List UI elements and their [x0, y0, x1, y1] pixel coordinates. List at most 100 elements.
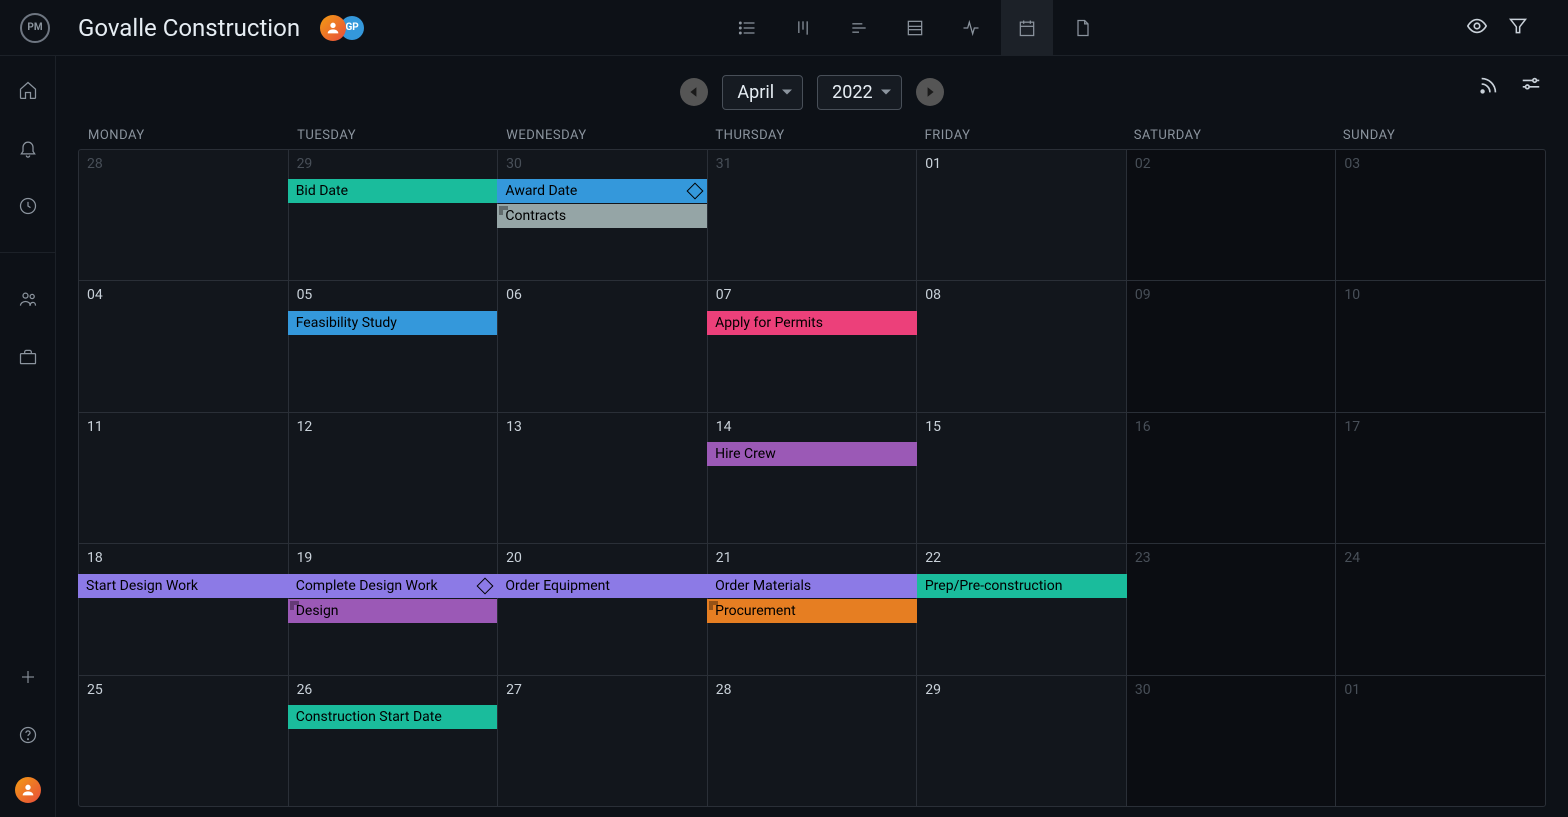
day-number: 22	[925, 550, 1118, 566]
day-number: 08	[925, 287, 1118, 303]
day-cell[interactable]: 23	[1127, 544, 1336, 674]
day-cell[interactable]: 08	[917, 281, 1126, 411]
day-cell[interactable]: 16	[1127, 413, 1336, 543]
visibility-icon[interactable]	[1466, 15, 1488, 41]
day-number: 07	[716, 287, 909, 303]
view-board-icon[interactable]	[777, 0, 829, 56]
day-number: 05	[297, 287, 490, 303]
help-icon[interactable]	[12, 719, 44, 751]
day-number: 13	[506, 419, 699, 435]
day-cell[interactable]: 15	[917, 413, 1126, 543]
day-header: SATURDAY	[1126, 128, 1335, 143]
app-logo[interactable]: PM	[20, 13, 50, 43]
day-number: 17	[1344, 419, 1537, 435]
day-cell[interactable]: 22	[917, 544, 1126, 674]
view-activity-icon[interactable]	[945, 0, 997, 56]
year-dropdown[interactable]: 2022	[817, 75, 901, 110]
day-number: 20	[506, 550, 699, 566]
bell-icon[interactable]	[12, 132, 44, 164]
event-bar[interactable]: Procurement	[707, 599, 917, 623]
day-cell[interactable]: 30	[1127, 676, 1336, 806]
day-cell[interactable]: 20	[498, 544, 707, 674]
event-bar[interactable]: Complete Design Work	[288, 574, 498, 598]
clock-icon[interactable]	[12, 190, 44, 222]
day-cell[interactable]: 02	[1127, 150, 1336, 280]
day-number: 30	[1135, 682, 1328, 698]
day-number: 27	[506, 682, 699, 698]
sliders-icon[interactable]	[1520, 74, 1542, 96]
day-number: 24	[1344, 550, 1537, 566]
view-gantt-icon[interactable]	[833, 0, 885, 56]
day-number: 16	[1135, 419, 1328, 435]
day-cell[interactable]: 10	[1336, 281, 1545, 411]
event-bar[interactable]: Construction Start Date	[288, 705, 498, 729]
day-cell[interactable]: 25	[79, 676, 288, 806]
day-cell[interactable]: 13	[498, 413, 707, 543]
event-bar[interactable]: Order Materials	[707, 574, 917, 598]
day-number: 04	[87, 287, 280, 303]
day-cell[interactable]: 05	[289, 281, 498, 411]
day-number: 28	[87, 156, 280, 172]
day-cell[interactable]: 01	[917, 150, 1126, 280]
day-cell[interactable]: 28	[708, 676, 917, 806]
current-user-avatar[interactable]	[15, 777, 41, 803]
day-cell[interactable]: 31	[708, 150, 917, 280]
day-cell[interactable]: 29	[289, 150, 498, 280]
event-bar[interactable]: Feasibility Study	[288, 311, 498, 335]
day-cell[interactable]: 24	[1336, 544, 1545, 674]
filter-icon[interactable]	[1508, 16, 1528, 40]
day-cell[interactable]: 18	[79, 544, 288, 674]
day-number: 03	[1344, 156, 1537, 172]
event-bar[interactable]: Design	[288, 599, 498, 623]
day-number: 01	[1344, 682, 1537, 698]
event-bar[interactable]: Start Design Work	[78, 574, 288, 598]
rss-icon[interactable]	[1478, 74, 1500, 96]
day-header: MONDAY	[80, 128, 289, 143]
avatar-group[interactable]: GP	[320, 15, 364, 41]
day-header: WEDNESDAY	[498, 128, 707, 143]
event-bar[interactable]: Apply for Permits	[707, 311, 917, 335]
day-number: 30	[506, 156, 699, 172]
day-cell[interactable]: 03	[1336, 150, 1545, 280]
day-cell[interactable]: 07	[708, 281, 917, 411]
event-bar[interactable]: Hire Crew	[707, 442, 917, 466]
day-cell[interactable]: 09	[1127, 281, 1336, 411]
day-number: 09	[1135, 287, 1328, 303]
day-cell[interactable]: 28	[79, 150, 288, 280]
day-header: THURSDAY	[707, 128, 916, 143]
day-cell[interactable]: 01	[1336, 676, 1545, 806]
add-icon[interactable]	[12, 661, 44, 693]
day-cell[interactable]: 06	[498, 281, 707, 411]
event-bar[interactable]: Bid Date	[288, 179, 498, 203]
month-dropdown[interactable]: April	[722, 75, 803, 110]
day-number: 26	[297, 682, 490, 698]
view-calendar-icon[interactable]	[1001, 0, 1053, 56]
day-header: TUESDAY	[289, 128, 498, 143]
event-bar[interactable]: Contracts	[497, 204, 707, 228]
event-bar[interactable]: Prep/Pre-construction	[917, 574, 1127, 598]
day-cell[interactable]: 11	[79, 413, 288, 543]
day-number: 02	[1135, 156, 1328, 172]
prev-month-button[interactable]	[680, 78, 708, 106]
next-month-button[interactable]	[916, 78, 944, 106]
day-number: 31	[716, 156, 909, 172]
day-cell[interactable]: 14	[708, 413, 917, 543]
people-icon[interactable]	[12, 283, 44, 315]
day-number: 19	[297, 550, 490, 566]
home-icon[interactable]	[12, 74, 44, 106]
day-cell[interactable]: 17	[1336, 413, 1545, 543]
view-list-icon[interactable]	[721, 0, 773, 56]
day-cell[interactable]: 26	[289, 676, 498, 806]
day-number: 06	[506, 287, 699, 303]
event-bar[interactable]: Order Equipment	[497, 574, 707, 598]
day-cell[interactable]: 27	[498, 676, 707, 806]
view-file-icon[interactable]	[1057, 0, 1109, 56]
day-cell[interactable]: 12	[289, 413, 498, 543]
event-bar[interactable]: Award Date	[497, 179, 707, 203]
avatar-user-1[interactable]	[320, 15, 346, 41]
day-number: 29	[297, 156, 490, 172]
day-cell[interactable]: 04	[79, 281, 288, 411]
day-cell[interactable]: 29	[917, 676, 1126, 806]
view-sheet-icon[interactable]	[889, 0, 941, 56]
briefcase-icon[interactable]	[12, 341, 44, 373]
